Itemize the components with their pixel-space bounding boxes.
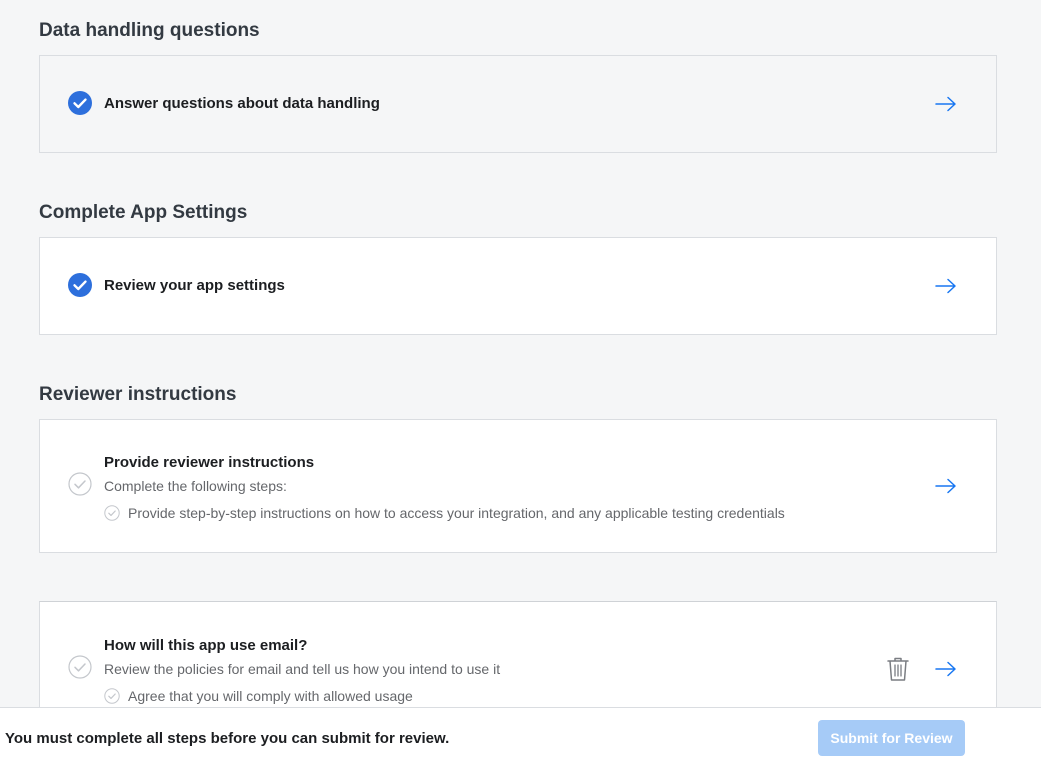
sub-step-label: Agree that you will comply with allowed … [128, 688, 413, 704]
task-description: Review the policies for email and tell u… [104, 661, 501, 677]
task-title: Answer questions about data handling [104, 95, 380, 112]
task-title: How will this app use email? [104, 637, 308, 654]
task-card-data-handling[interactable]: Answer questions about data handling [39, 55, 997, 153]
submit-footer: You must complete all steps before you c… [0, 707, 1041, 763]
check-outline-icon [68, 472, 92, 496]
arrow-right-icon[interactable] [935, 478, 957, 494]
section-title-app-settings: Complete App Settings [39, 202, 248, 223]
task-title: Review your app settings [104, 277, 285, 294]
task-card-reviewer-instructions[interactable]: Provide reviewer instructions Complete t… [39, 419, 997, 553]
section-title-reviewer-instructions: Reviewer instructions [39, 384, 237, 405]
sub-step-label: Provide step-by-step instructions on how… [128, 505, 785, 521]
arrow-right-icon[interactable] [935, 661, 957, 677]
trash-icon[interactable] [886, 656, 910, 682]
submit-for-review-button[interactable]: Submit for Review [818, 720, 965, 756]
check-filled-icon [68, 273, 92, 297]
check-outline-icon [68, 655, 92, 679]
check-outline-icon [104, 505, 120, 521]
task-title: Provide reviewer instructions [104, 454, 315, 471]
check-outline-icon [104, 688, 120, 704]
arrow-right-icon[interactable] [935, 96, 957, 112]
arrow-right-icon[interactable] [935, 278, 957, 294]
section-title-data-handling: Data handling questions [39, 20, 260, 41]
check-filled-icon [68, 91, 92, 115]
task-card-app-settings[interactable]: Review your app settings [39, 237, 997, 335]
footer-message: You must complete all steps before you c… [5, 730, 450, 747]
task-description: Complete the following steps: [104, 478, 287, 494]
